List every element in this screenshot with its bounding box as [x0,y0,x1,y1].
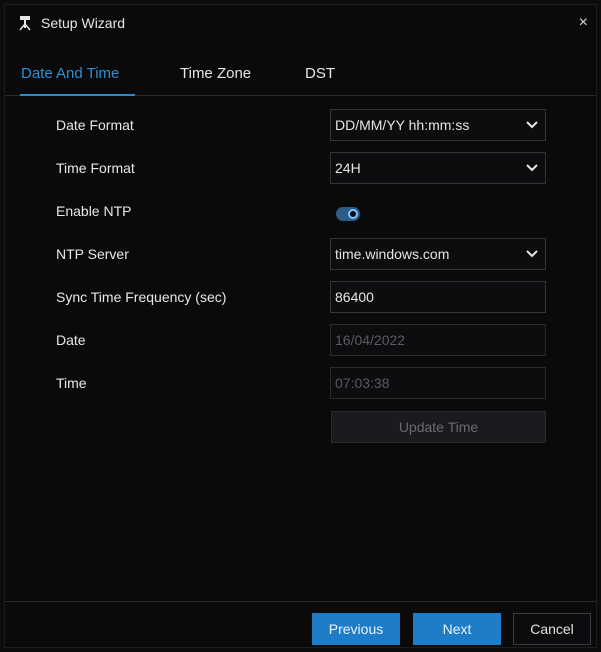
update-time-button[interactable]: Update Time [331,411,546,443]
tripod-camera-icon [17,15,33,31]
active-tab-indicator [20,94,135,96]
enable-ntp-label: Enable NTP [56,203,132,219]
tab-time-zone[interactable]: Time Zone [180,65,251,92]
ntp-server-value: time.windows.com [335,246,450,262]
setup-wizard-dialog: Setup Wizard × Date And Time Time Zone D… [4,4,597,648]
sync-frequency-label: Sync Time Frequency (sec) [56,289,227,305]
date-field: 16/04/2022 [330,324,546,356]
date-format-value: DD/MM/YY hh:mm:ss [335,117,470,133]
time-format-select[interactable]: 24H [330,152,546,184]
tab-bar: Date And Time Time Zone DST [5,61,596,96]
time-field: 07:03:38 [330,367,546,399]
time-format-value: 24H [335,160,361,176]
date-value: 16/04/2022 [335,332,406,348]
tab-date-and-time[interactable]: Date And Time [21,65,119,92]
sync-frequency-value: 86400 [335,289,374,305]
ntp-server-select[interactable]: time.windows.com [330,238,546,270]
dialog-title: Setup Wizard [41,15,126,31]
sync-frequency-input[interactable]: 86400 [330,281,546,313]
previous-button[interactable]: Previous [312,613,400,645]
toggle-knob [348,209,358,219]
time-label: Time [56,375,87,391]
close-icon[interactable]: × [579,15,588,31]
date-format-label: Date Format [56,117,134,133]
ntp-server-label: NTP Server [56,246,129,262]
chevron-down-icon [525,239,539,269]
time-format-label: Time Format [56,160,135,176]
cancel-button[interactable]: Cancel [513,613,591,645]
footer-divider [5,601,596,602]
date-format-select[interactable]: DD/MM/YY hh:mm:ss [330,109,546,141]
tab-dst[interactable]: DST [305,65,335,92]
enable-ntp-toggle[interactable] [336,207,360,221]
date-label: Date [56,332,86,348]
time-value: 07:03:38 [335,375,390,391]
chevron-down-icon [525,110,539,140]
next-button[interactable]: Next [413,613,501,645]
title-bar: Setup Wizard × [5,5,596,41]
chevron-down-icon [525,153,539,183]
